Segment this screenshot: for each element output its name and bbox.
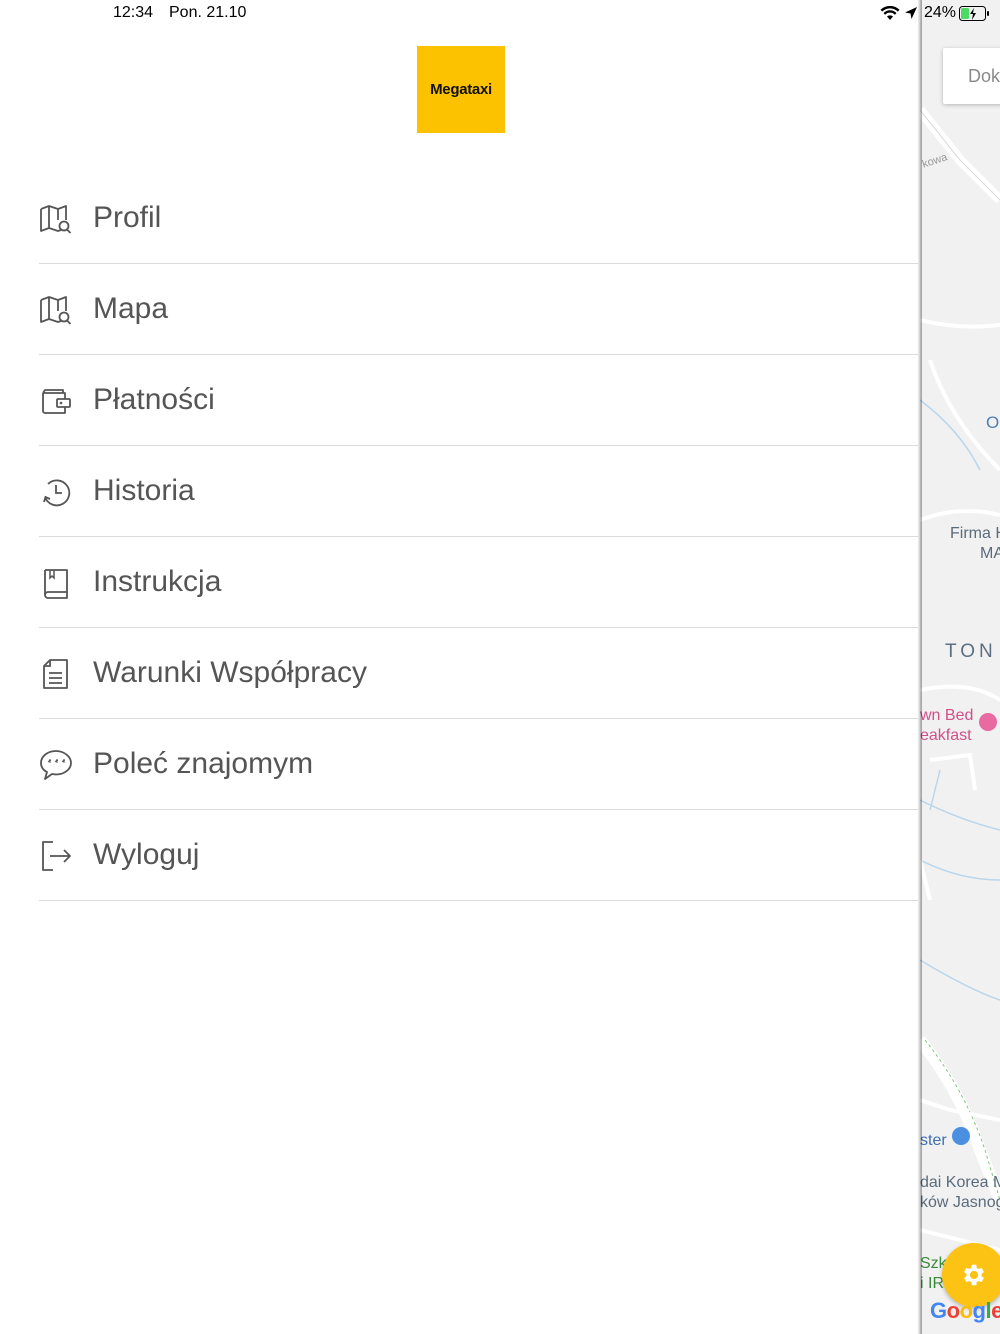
google-logo: Google [930,1298,1000,1323]
menu-item-instrukcja[interactable]: Instrukcja [39,537,920,628]
menu-item-historia[interactable]: Historia [39,446,920,537]
map-firma-label: Firma H [950,525,1000,542]
location-arrow-icon [905,7,917,19]
battery-percent: 24% [924,4,957,21]
wallet-icon [42,389,71,414]
menu-item-label: Instrukcja [93,565,222,598]
map-area-label: TON [945,641,997,662]
chat-bubble-icon [40,750,72,780]
map-search-icon [40,205,72,234]
menu-item-warunki[interactable]: Warunki Współpracy [39,628,920,719]
app-logo: Megataxi [417,46,505,133]
menu-item-label: Warunki Współpracy [93,656,367,689]
document-icon [43,659,68,689]
menu-item-polec[interactable]: Poleć znajomym [39,719,920,810]
status-bar: 12:34 Pon. 21.10 24% [0,0,1000,28]
map-search-card[interactable]: Dok [943,48,1000,104]
gear-icon [964,1264,984,1286]
map-korea-label: dai Korea M [920,1174,1000,1191]
menu-item-label: Poleć znajomym [93,747,314,780]
battery-charging-icon [959,6,989,21]
hotel-pin-icon [979,713,997,731]
status-time: 12:34 [113,4,154,21]
menu-item-profil[interactable]: Profil [39,173,920,264]
shop-pin-icon [952,1127,970,1145]
drawer-menu: Profil Mapa Płatności Historia Instrukcj… [39,173,920,901]
menu-item-label: Historia [93,474,195,507]
history-icon [43,479,71,507]
logout-icon [42,841,71,871]
map-view[interactable]: Dok kowa O Firma H MA TON wn Bed eakfast… [920,0,1000,1334]
map-poi-label: O [986,413,1000,432]
map-firma-label-2: MA [980,545,1000,562]
menu-item-label: Wyloguj [93,838,200,871]
map-bnb-label-2: eakfast [920,727,972,744]
wifi-icon [880,6,900,20]
logo-text: Megataxi [430,81,492,98]
menu-item-mapa[interactable]: Mapa [39,264,920,355]
map-search-icon [40,296,72,325]
menu-item-label: Profil [93,201,162,234]
map-shop-label: ster [920,1132,947,1149]
book-icon [44,569,68,599]
menu-item-platnosci[interactable]: Płatności [39,355,920,446]
menu-item-wyloguj[interactable]: Wyloguj [39,810,920,901]
menu-item-label: Płatności [93,383,215,416]
map-bnb-label: wn Bed [920,707,974,724]
map-korea-label-2: ków Jasnog [920,1194,1000,1211]
status-date: Pon. 21.10 [169,4,247,21]
map-ir-label: i IR [920,1275,944,1292]
map-search-text: Dok [968,66,1000,86]
menu-item-label: Mapa [93,292,169,325]
